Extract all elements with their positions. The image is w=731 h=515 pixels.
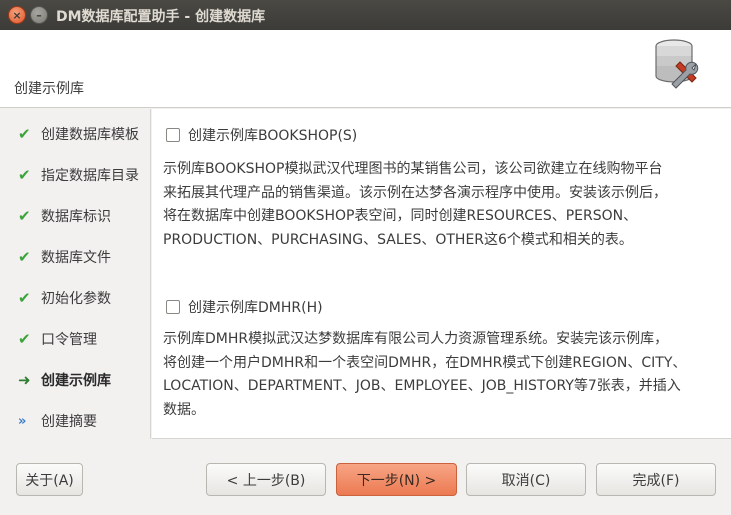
cancel-button[interactable]: 取消(C) (466, 463, 586, 496)
description-line: 将创建一个用户DMHR和一个表空间DMHR，在DMHR模式下创建REGION、C… (163, 354, 687, 371)
sample-db-panel: 创建示例库BOOKSHOP(S) 示例库BOOKSHOP模拟武汉代理图书的某销售… (152, 109, 731, 439)
about-button[interactable]: 关于(A) (16, 463, 83, 496)
sidebar-item-init-params: ✔ 初始化参数 (18, 287, 111, 309)
description-line: 将在数据库中创建BOOKSHOP表空间，同时创建RESOURCES、PERSON… (163, 208, 638, 224)
checkmark-icon: ✔ (18, 248, 31, 266)
bookshop-checkbox[interactable] (166, 128, 180, 142)
dmhr-description: 示例库DMHR模拟武汉达梦数据库有限公司人力资源管理系统。安装完该示例库， 将创… (163, 328, 713, 422)
bookshop-description: 示例库BOOKSHOP模拟武汉代理图书的某销售公司，该公司欲建立在线购物平台 来… (163, 158, 713, 252)
sidebar-item-summary: » 创建摘要 (18, 410, 97, 432)
page-header: 创建示例库 (0, 30, 731, 108)
bookshop-checkbox-label: 创建示例库BOOKSHOP(S) (188, 128, 358, 144)
sidebar-item-passwords: ✔ 口令管理 (18, 328, 97, 350)
window-titlebar: × – DM数据库配置助手 - 创建数据库 (0, 0, 731, 30)
dmhr-checkbox-row[interactable]: 创建示例库DMHR(H) (166, 297, 323, 317)
sidebar-item-directory: ✔ 指定数据库目录 (18, 164, 139, 186)
dmhr-checkbox[interactable] (166, 300, 180, 314)
sidebar-item-label: 数据库文件 (41, 250, 111, 266)
sidebar-item-identifier: ✔ 数据库标识 (18, 205, 111, 227)
current-step-arrow-icon: ➜ (18, 371, 31, 389)
sidebar-item-label: 数据库标识 (41, 209, 111, 225)
description-line: 数据。 (163, 401, 205, 418)
bookshop-checkbox-row[interactable]: 创建示例库BOOKSHOP(S) (166, 125, 357, 145)
window-title: DM数据库配置助手 - 创建数据库 (56, 9, 266, 25)
description-line: PRODUCTION、PURCHASING、SALES、OTHER这6个模式和相… (163, 231, 633, 248)
database-tools-icon (655, 39, 699, 89)
next-button[interactable]: 下一步(N) > (336, 463, 457, 496)
description-line: 示例库BOOKSHOP模拟武汉代理图书的某销售公司，该公司欲建立在线购物平台 (163, 161, 663, 177)
checkmark-icon: ✔ (18, 166, 31, 184)
sidebar-item-template: ✔ 创建数据库模板 (18, 123, 139, 145)
double-arrow-icon: » (18, 413, 27, 429)
sidebar-item-label: 创建数据库模板 (41, 127, 139, 143)
sidebar-item-sample-db: ➜ 创建示例库 (18, 369, 111, 391)
sidebar-item-label: 口令管理 (41, 332, 97, 348)
page-title: 创建示例库 (14, 81, 84, 97)
sidebar-item-label: 指定数据库目录 (41, 168, 139, 184)
sidebar-item-label: 创建示例库 (41, 373, 111, 389)
minimize-icon[interactable]: – (30, 6, 48, 24)
back-button[interactable]: < 上一步(B) (206, 463, 326, 496)
checkmark-icon: ✔ (18, 125, 31, 143)
finish-button[interactable]: 完成(F) (596, 463, 716, 496)
description-line: LOCATION、DEPARTMENT、JOB、EMPLOYEE、JOB_HIS… (163, 378, 681, 394)
checkmark-icon: ✔ (18, 330, 31, 348)
sidebar-item-label: 创建摘要 (41, 414, 97, 430)
wizard-footer: 关于(A) < 上一步(B) 下一步(N) > 取消(C) 完成(F) (0, 440, 731, 515)
sidebar-item-label: 初始化参数 (41, 291, 111, 307)
description-line: 示例库DMHR模拟武汉达梦数据库有限公司人力资源管理系统。安装完该示例库， (163, 331, 669, 347)
close-icon[interactable]: × (8, 6, 26, 24)
wizard-steps-sidebar: ✔ 创建数据库模板 ✔ 指定数据库目录 ✔ 数据库标识 ✔ 数据库文件 ✔ 初始… (0, 109, 151, 439)
description-line: 来拓展其代理产品的销售渠道。该示例在达梦各演示程序中使用。安装该示例后， (163, 184, 667, 201)
checkmark-icon: ✔ (18, 289, 31, 307)
sidebar-item-files: ✔ 数据库文件 (18, 246, 111, 268)
checkmark-icon: ✔ (18, 207, 31, 225)
dmhr-checkbox-label: 创建示例库DMHR(H) (188, 300, 323, 316)
